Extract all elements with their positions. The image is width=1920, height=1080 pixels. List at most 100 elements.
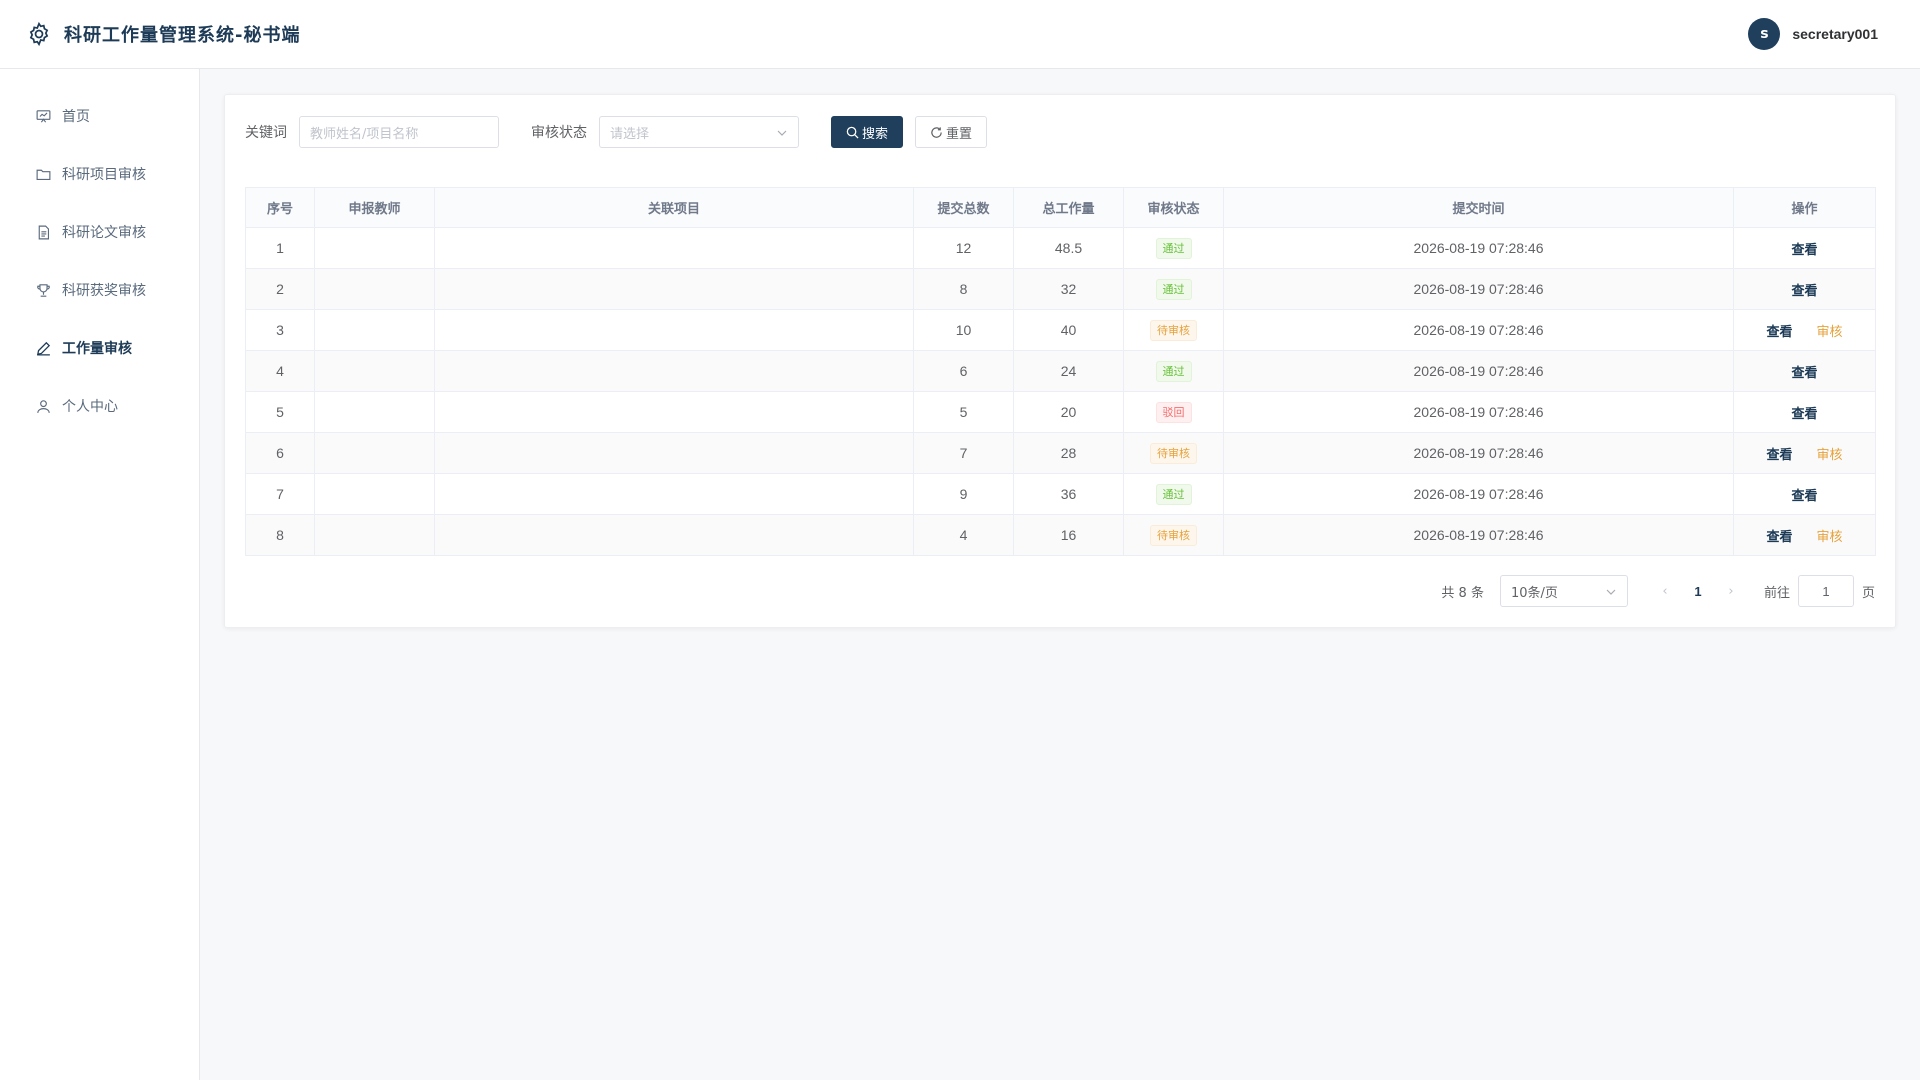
view-button[interactable]: 查看 — [1766, 325, 1792, 340]
sidebar-item-project-review[interactable]: 科研项目审核 — [0, 145, 199, 203]
cell-total-workload: 16 — [1013, 514, 1124, 556]
reset-button[interactable]: 重置 — [915, 116, 988, 148]
cell-submit-count: 4 — [913, 514, 1014, 556]
cell-submit-count: 8 — [913, 268, 1014, 310]
cell-teacher — [314, 473, 435, 515]
audit-button[interactable]: 审核 — [1817, 448, 1843, 463]
cell-status: 通过 — [1123, 473, 1224, 515]
status-badge: 待审核 — [1150, 442, 1197, 464]
keyword-label: 关键词 — [245, 125, 287, 141]
cell-total-workload: 40 — [1013, 309, 1124, 351]
column-header: 序号 — [245, 187, 315, 228]
status-badge: 通过 — [1155, 360, 1192, 382]
prev-page-button[interactable]: ‹ — [1650, 584, 1680, 599]
sidebar-item-home[interactable]: 首页 — [0, 87, 199, 145]
sidebar-item-paper-review[interactable]: 科研论文审核 — [0, 203, 199, 261]
status-badge: 驳回 — [1155, 401, 1192, 423]
edit-pen-icon — [37, 341, 51, 356]
cell-actions: 查看 审核 — [1733, 309, 1876, 351]
cell-index: 8 — [245, 514, 315, 556]
sidebar-item-award-review[interactable]: 科研获奖审核 — [0, 261, 199, 319]
top-header: 科研工作量管理系统-秘书端 s secretary001 — [0, 0, 1920, 69]
cell-total-workload: 28 — [1013, 432, 1124, 474]
cell-total-workload: 20 — [1013, 391, 1124, 433]
status-badge: 通过 — [1155, 483, 1192, 505]
table-row: 8 4 16 待审核 2026-08-19 07:28:46 查看 审核 — [245, 514, 1876, 556]
audit-button[interactable]: 审核 — [1817, 325, 1843, 340]
sidebar-item-label: 工作量审核 — [62, 341, 132, 357]
sidebar-item-label: 科研论文审核 — [62, 225, 146, 241]
avatar[interactable]: s — [1748, 18, 1781, 50]
sidebar-item-workload-review[interactable]: 工作量审核 — [0, 319, 199, 377]
username[interactable]: secretary001 — [1792, 26, 1878, 42]
cell-submit-count: 6 — [913, 350, 1014, 392]
cell-submit-time: 2026-08-19 07:28:46 — [1223, 227, 1734, 269]
cell-teacher — [314, 268, 435, 310]
goto-label: 前往 — [1763, 585, 1790, 601]
cell-status: 待审核 — [1123, 514, 1224, 556]
page-size-value: 10条/页 — [1510, 585, 1558, 601]
cell-submit-time: 2026-08-19 07:28:46 — [1223, 391, 1734, 433]
cell-total-workload: 36 — [1013, 473, 1124, 515]
view-button[interactable]: 查看 — [1766, 530, 1792, 545]
cell-submit-time: 2026-08-19 07:28:46 — [1223, 350, 1734, 392]
page-suffix: 页 — [1861, 585, 1875, 601]
trophy-icon — [37, 283, 50, 297]
workload-table: 序号 申报教师 关联项目 提交总数 总工作量 审核状态 提交时间 操作 1 12 4… — [245, 187, 1876, 556]
cell-teacher — [314, 350, 435, 392]
view-button[interactable]: 查看 — [1766, 448, 1792, 463]
cell-submit-time: 2026-08-19 07:28:46 — [1223, 309, 1734, 351]
audit-button[interactable]: 审核 — [1817, 530, 1843, 545]
view-button[interactable]: 查看 — [1791, 243, 1817, 258]
brand: 科研工作量管理系统-秘书端 — [26, 21, 300, 47]
cell-teacher — [314, 227, 435, 269]
sidebar-item-profile[interactable]: 个人中心 — [0, 377, 199, 435]
sidebar-item-label: 个人中心 — [62, 399, 118, 415]
status-select[interactable]: 请选择 — [599, 116, 799, 148]
reset-button-label: 重置 — [946, 126, 973, 142]
view-button[interactable]: 查看 — [1791, 284, 1817, 299]
status-badge: 待审核 — [1150, 319, 1197, 341]
view-button[interactable]: 查看 — [1791, 407, 1817, 422]
view-button[interactable]: 查看 — [1791, 366, 1817, 381]
sidebar: 首页 科研项目审核 科研论文审核 科研获奖审核 工作量审核 个人中心 — [0, 69, 200, 1080]
status-badge: 通过 — [1155, 237, 1192, 259]
cell-index: 2 — [245, 268, 315, 310]
column-header: 关联项目 — [434, 187, 914, 228]
cell-index: 6 — [245, 432, 315, 474]
table-row: 6 7 28 待审核 2026-08-19 07:28:46 查看 审核 — [245, 432, 1876, 474]
document-icon — [38, 225, 50, 239]
cell-actions: 查看 — [1733, 391, 1876, 433]
table-row: 7 9 36 通过 2026-08-19 07:28:46 查看 — [245, 473, 1876, 515]
filter-bar: 关键词 教师姓名/项目名称 审核状态 请选择 搜索 重置 — [245, 115, 1875, 149]
next-page-button[interactable]: › — [1716, 584, 1746, 599]
user-icon — [37, 399, 50, 413]
cell-actions: 查看 审核 — [1733, 514, 1876, 556]
cell-actions: 查看 — [1733, 268, 1876, 310]
cell-actions: 查看 — [1733, 227, 1876, 269]
view-button[interactable]: 查看 — [1791, 489, 1817, 504]
cell-index: 3 — [245, 309, 315, 351]
status-badge: 通过 — [1155, 278, 1192, 300]
search-button[interactable]: 搜索 — [831, 116, 904, 148]
table-row: 5 5 20 驳回 2026-08-19 07:28:46 查看 — [245, 391, 1876, 433]
column-header: 操作 — [1733, 187, 1876, 228]
cell-index: 5 — [245, 391, 315, 433]
cell-project — [434, 391, 914, 433]
cell-index: 1 — [245, 227, 315, 269]
cell-actions: 查看 — [1733, 473, 1876, 515]
cell-submit-count: 7 — [913, 432, 1014, 474]
user-menu[interactable]: s secretary001 — [1748, 18, 1878, 50]
refresh-icon — [931, 126, 942, 138]
keyword-input[interactable]: 教师姓名/项目名称 — [299, 116, 499, 148]
cell-teacher — [314, 391, 435, 433]
sidebar-item-label: 首页 — [62, 109, 90, 125]
table-row: 3 10 40 待审核 2026-08-19 07:28:46 查看 审核 — [245, 309, 1876, 351]
page-size-select[interactable]: 10条/页 — [1499, 575, 1628, 607]
page-number-current[interactable]: 1 — [1680, 584, 1716, 599]
table-row: 1 12 48.5 通过 2026-08-19 07:28:46 查看 — [245, 227, 1876, 269]
goto-page-input[interactable]: 1 — [1797, 575, 1854, 607]
table-body: 1 12 48.5 通过 2026-08-19 07:28:46 查看 2 8 32 通过 2026… — [245, 227, 1876, 556]
cell-status: 待审核 — [1123, 309, 1224, 351]
cell-project — [434, 514, 914, 556]
